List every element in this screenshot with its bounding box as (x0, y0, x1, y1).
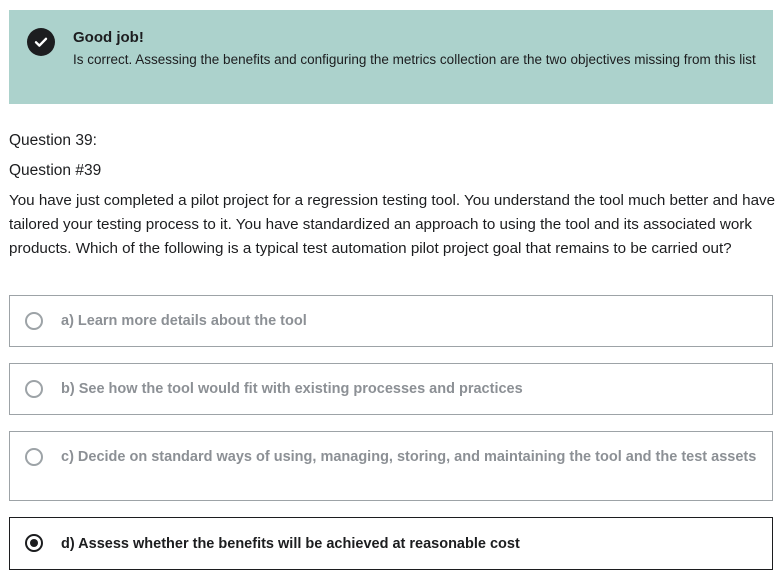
radio-button-icon[interactable] (25, 448, 43, 466)
question-number: Question 39: (9, 132, 97, 149)
radio-dot (30, 539, 38, 547)
radio-button-icon[interactable] (25, 312, 43, 330)
answer-option-a[interactable]: a) Learn more details about the tool (9, 295, 773, 347)
question-text: You have just completed a pilot project … (9, 192, 776, 257)
answer-label: c) Decide on standard ways of using, man… (61, 449, 757, 465)
answer-option-c[interactable]: c) Decide on standard ways of using, man… (9, 431, 773, 501)
answer-label: d) Assess whether the benefits will be a… (61, 536, 520, 552)
feedback-banner: Good job! Is correct. Assessing the bene… (9, 10, 773, 104)
check-circle-icon (27, 28, 55, 56)
radio-button-selected-icon[interactable] (25, 534, 43, 552)
feedback-title: Good job! (73, 29, 144, 46)
answer-label: b) See how the tool would fit with exist… (61, 381, 523, 397)
answer-option-d[interactable]: d) Assess whether the benefits will be a… (9, 517, 773, 570)
answer-option-b[interactable]: b) See how the tool would fit with exist… (9, 363, 773, 415)
answer-label: a) Learn more details about the tool (61, 313, 307, 329)
question-id: Question #39 (9, 162, 102, 179)
radio-button-icon[interactable] (25, 380, 43, 398)
feedback-message: Is correct. Assessing the benefits and c… (73, 52, 756, 67)
